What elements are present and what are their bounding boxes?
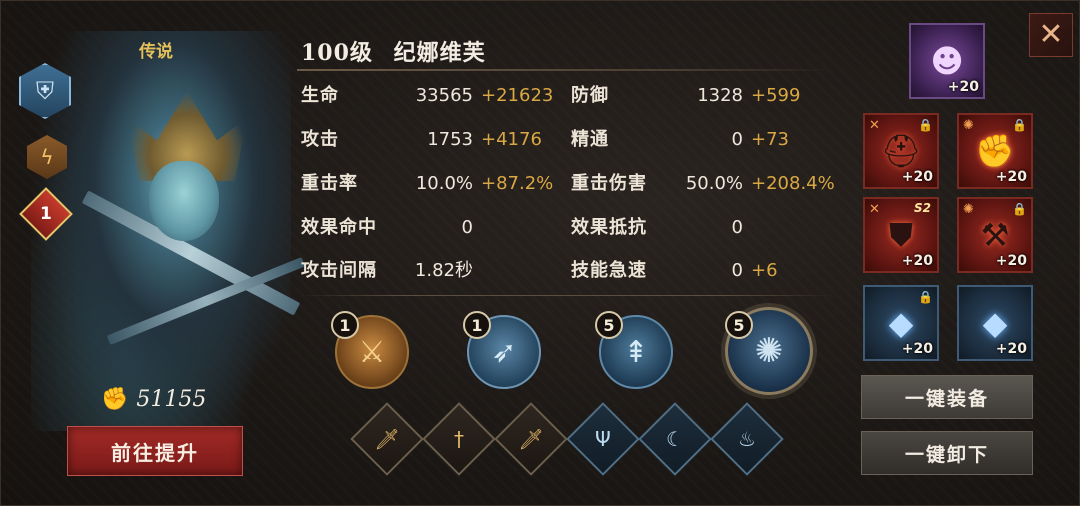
combat-power-value: 51155 (136, 387, 207, 412)
set-tag: S2 (914, 201, 931, 215)
armor-icon: ⛊ (888, 215, 913, 254)
armor-plus: +20 (901, 253, 933, 269)
passive-5[interactable]: ☾ (638, 402, 712, 476)
crystal-2-plus: +20 (995, 341, 1027, 357)
set-bonus-icon: ✺ (963, 202, 974, 217)
stat-label: 重击率 (301, 173, 358, 194)
stats-divider (297, 295, 835, 296)
crossed-swords-icon: ⚔ (358, 334, 386, 370)
stat-value: 0 (731, 129, 743, 150)
set-bonus-icon: ✕ (869, 202, 880, 217)
stat-label: 防御 (571, 85, 609, 106)
skill-2-level: 1 (463, 311, 491, 339)
set-bonus-icon: ✺ (963, 118, 974, 133)
lock-icon: 🔒 (918, 118, 933, 132)
stat-label: 技能急速 (571, 260, 647, 281)
stat-value: 0 (731, 260, 743, 281)
bracer-icon: ⚒ (980, 216, 1010, 254)
lock-icon: 🔒 (1012, 118, 1027, 132)
feather-slash-icon: ➶ (491, 334, 517, 370)
lock-icon: 🔒 (1012, 202, 1027, 216)
stat-label: 重击伤害 (571, 173, 647, 194)
unequip-all-button[interactable]: 一键卸下 (861, 431, 1033, 475)
stat-bonus: +6 (751, 260, 778, 281)
stat-bonus: +208.4% (751, 173, 835, 194)
skill-1-level: 1 (331, 311, 359, 339)
lock-icon: 🔒 (918, 290, 933, 304)
sword-icon: 🗡 (374, 426, 400, 451)
combat-power: ✊ 51155 (101, 387, 206, 412)
sword-icon: 🗡 (518, 426, 544, 451)
skill-4-level: 5 (725, 311, 753, 339)
equip-slot-helmet[interactable]: ✕ 🔒 ⛑ +20 (863, 113, 939, 189)
stat-value: 1.82秒 (414, 260, 473, 281)
dagger-icon: † (454, 427, 464, 451)
stat-value: 10.0% (415, 173, 473, 194)
stat-value: 1753 (427, 129, 473, 150)
passive-4[interactable]: Ψ (566, 402, 640, 476)
equip-all-button[interactable]: 一键装备 (861, 375, 1033, 419)
stat-label: 效果抵抗 (571, 217, 647, 238)
equip-slot-gauntlet[interactable]: ✺ 🔒 ✊ +20 (957, 113, 1033, 189)
crystal-icon: ◆ (888, 304, 914, 342)
stat-label: 攻击间隔 (301, 260, 377, 281)
equip-slot-armor[interactable]: ✕ S2 ⛊ +20 (863, 197, 939, 273)
mask-icon: ☻ (930, 42, 964, 80)
equip-slot-bracer[interactable]: ✺ 🔒 ⚒ +20 (957, 197, 1033, 273)
stat-value: 0 (461, 217, 473, 238)
hero-level: 100级 (301, 40, 373, 66)
stat-value: 0 (731, 217, 743, 238)
passive-6[interactable]: ♨ (710, 402, 784, 476)
artifact-plus: +20 (947, 79, 979, 95)
bracer-plus: +20 (995, 253, 1027, 269)
helmet-plus: +20 (901, 169, 933, 185)
close-icon: ✕ (1038, 17, 1064, 52)
fist-icon: ✊ (101, 387, 129, 412)
equip-slot-crystal-2[interactable]: ◆ +20 (957, 285, 1033, 361)
flame-crown-icon: ♨ (738, 427, 756, 451)
stat-bonus: +73 (751, 129, 789, 150)
helmet-icon: ⛑ (880, 132, 922, 170)
stat-value: 1328 (697, 85, 743, 106)
stat-bonus: +21623 (481, 85, 554, 106)
stat-bonus: +4176 (481, 129, 542, 150)
passive-1[interactable]: 🗡 (350, 402, 424, 476)
hero-name: 纪娜维芙 (393, 40, 486, 66)
stat-label: 精通 (571, 129, 609, 150)
passive-3[interactable]: 🗡 (494, 402, 568, 476)
rarity-label: 传说 (139, 42, 173, 62)
crystal-1-plus: +20 (901, 341, 933, 357)
stat-value: 33565 (415, 85, 473, 106)
artifact-slot[interactable]: ☻ +20 (909, 23, 985, 99)
gauntlet-plus: +20 (995, 169, 1027, 185)
hero-title: 100级 纪娜维芙 (301, 35, 486, 67)
title-divider (297, 69, 835, 71)
stat-label: 生命 (301, 85, 339, 106)
sickle-icon: ☾ (666, 427, 684, 451)
gauntlet-icon: ✊ (975, 132, 1015, 170)
passive-2[interactable]: † (422, 402, 496, 476)
stat-label: 攻击 (301, 129, 339, 150)
trident-icon: Ψ (595, 427, 611, 451)
spear-burst-icon: ⇞ (623, 334, 649, 370)
equip-slot-crystal-1[interactable]: 🔒 ◆ +20 (863, 285, 939, 361)
hero-detail-panel: 传说 ⛨ ϟ 1 ✊ 51155 前往提升 100级 纪娜维芙 生命 33565 +… (0, 0, 1080, 506)
vortex-icon: ✺ (754, 331, 784, 371)
go-upgrade-button[interactable]: 前往提升 (67, 426, 243, 476)
close-button[interactable]: ✕ (1029, 13, 1073, 57)
stat-label: 效果命中 (301, 217, 377, 238)
stat-value: 50.0% (685, 173, 743, 194)
skill-3-level: 5 (595, 311, 623, 339)
stat-bonus: +599 (751, 85, 801, 106)
crystal-icon: ◆ (982, 304, 1008, 342)
set-bonus-icon: ✕ (869, 118, 880, 133)
stat-bonus: +87.2% (481, 173, 554, 194)
